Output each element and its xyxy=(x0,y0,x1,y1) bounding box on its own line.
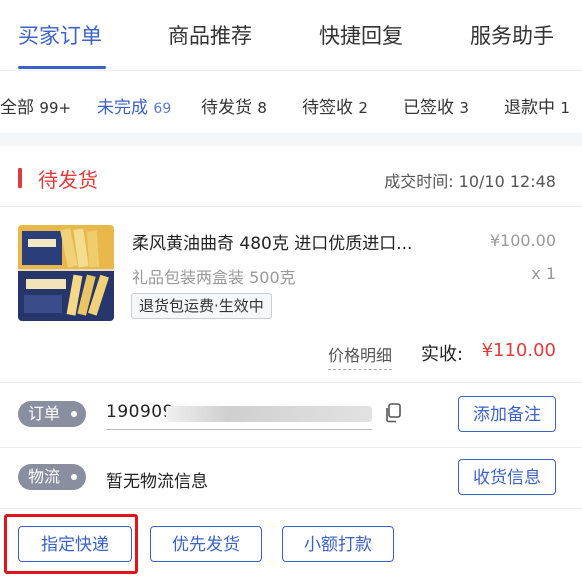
order-filter-bar: 全部 99+ 未完成 69 待发货 8 待签收 2 已签收 3 退款中 1 xyxy=(0,70,582,133)
status-marker xyxy=(18,168,22,188)
divider xyxy=(0,382,582,383)
filter-all-label: 全部 xyxy=(0,98,34,118)
product-quantity: x 1 xyxy=(531,264,556,283)
filter-to-receive[interactable]: 待签收 2 xyxy=(302,93,368,118)
filter-to-receive-count: 2 xyxy=(358,99,368,117)
filter-refunding[interactable]: 退款中 1 xyxy=(504,93,570,118)
dot-icon xyxy=(71,474,77,480)
active-tab-indicator xyxy=(18,66,106,69)
order-number-underline xyxy=(106,429,372,430)
priority-ship-button[interactable]: 优先发货 xyxy=(150,526,262,562)
tab-product-recommend[interactable]: 商品推荐 xyxy=(168,20,252,50)
filter-to-receive-label: 待签收 xyxy=(302,98,353,118)
filter-to-ship-label: 待发货 xyxy=(201,98,252,118)
product-thumbnail[interactable] xyxy=(18,225,114,321)
filter-to-ship-count: 8 xyxy=(257,99,267,117)
product-spec: 礼品包装两盒装 500克 xyxy=(132,268,296,287)
logistics-label: 物流 xyxy=(28,467,61,486)
price-detail-link[interactable]: 价格明细 xyxy=(328,342,393,370)
logistics-label-pill: 物流 xyxy=(18,464,86,490)
return-shipping-badge: 退货包运费·生效中 xyxy=(131,293,272,319)
product-price: ¥100.00 xyxy=(489,231,556,250)
tab-quick-reply[interactable]: 快捷回复 xyxy=(319,20,403,50)
logistics-status: 暂无物流信息 xyxy=(106,472,208,492)
dot-icon xyxy=(71,411,77,417)
filter-incomplete-label: 未完成 xyxy=(97,98,148,118)
filter-incomplete-count: 69 xyxy=(153,101,172,117)
order-number-redacted xyxy=(166,406,372,422)
highlight-box xyxy=(4,514,138,574)
order-status: 待发货 xyxy=(38,168,98,192)
add-note-button[interactable]: 添加备注 xyxy=(458,396,556,432)
copy-icon[interactable] xyxy=(384,403,402,423)
filter-refunding-count: 1 xyxy=(560,99,570,117)
filter-incomplete[interactable]: 未完成 69 xyxy=(97,93,171,118)
order-label-pill: 订单 xyxy=(18,401,86,427)
product-title[interactable]: 柔风黄油曲奇 480克 进口优质进口... xyxy=(132,229,462,254)
order-card: 待发货 成交时间: 10/10 12:48 柔风黄油曲奇 480克 进口优质进口… xyxy=(0,146,582,584)
filter-received[interactable]: 已签收 3 xyxy=(403,93,469,118)
order-number[interactable]: 190909 xyxy=(106,402,174,422)
order-label: 订单 xyxy=(28,404,61,423)
deal-time: 成交时间: 10/10 12:48 xyxy=(384,172,556,191)
filter-all-count: 99+ xyxy=(39,99,72,117)
small-payment-button[interactable]: 小额打款 xyxy=(282,526,394,562)
tab-service-assistant[interactable]: 服务助手 xyxy=(470,20,554,50)
divider xyxy=(0,447,582,448)
receiver-info-button[interactable]: 收货信息 xyxy=(458,459,556,495)
divider xyxy=(0,206,582,207)
filter-received-label: 已签收 xyxy=(403,98,454,118)
filter-received-count: 3 xyxy=(459,99,469,117)
paid-amount: ¥110.00 xyxy=(481,340,556,361)
divider xyxy=(0,508,582,509)
filter-refunding-label: 退款中 xyxy=(504,98,555,118)
top-tab-bar: 买家订单 商品推荐 快捷回复 服务助手 xyxy=(0,0,582,70)
filter-all[interactable]: 全部 99+ xyxy=(0,93,71,118)
paid-label: 实收: xyxy=(421,344,464,365)
tab-buyer-orders[interactable]: 买家订单 xyxy=(18,20,102,50)
filter-to-ship[interactable]: 待发货 8 xyxy=(201,93,267,118)
